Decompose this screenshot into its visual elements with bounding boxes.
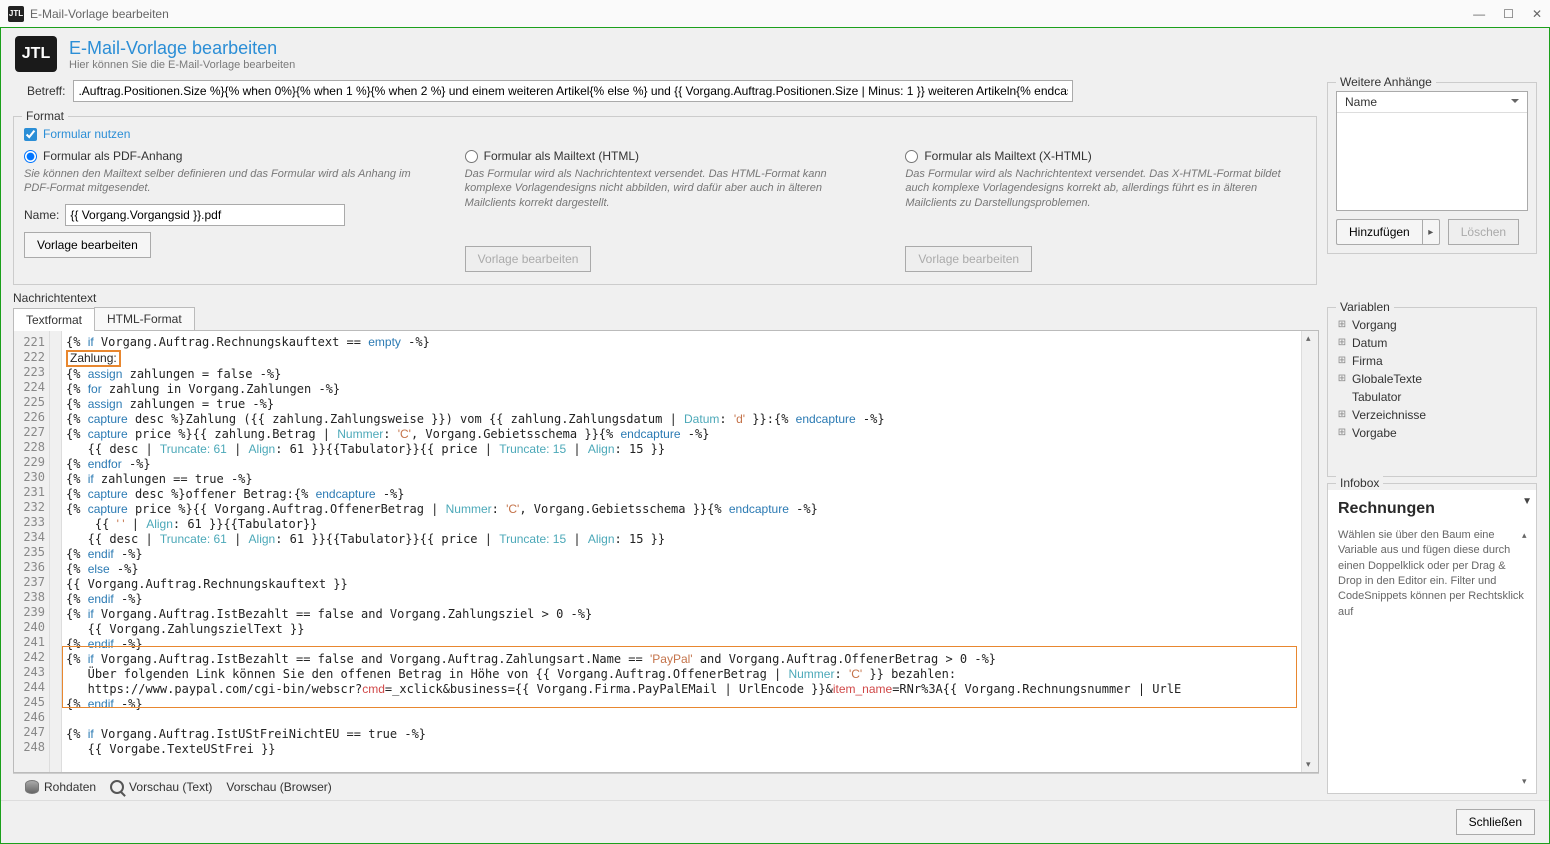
tree-item[interactable]: Verzeichnisse (1336, 406, 1528, 424)
tree-item[interactable]: Tabulator (1336, 388, 1528, 406)
radio-html[interactable] (465, 150, 478, 163)
tree-item[interactable]: Firma (1336, 352, 1528, 370)
titlebar: JTL E-Mail-Vorlage bearbeiten — ☐ ✕ (0, 0, 1550, 28)
tree-item[interactable]: GlobaleTexte (1336, 370, 1528, 388)
add-attachment-button[interactable]: Hinzufügen (1336, 219, 1440, 245)
use-form-label: Formular nutzen (43, 127, 130, 141)
magnifier-icon (110, 780, 124, 794)
tab-textformat[interactable]: Textformat (13, 308, 95, 331)
window-title: E-Mail-Vorlage bearbeiten (30, 7, 1473, 21)
radio-xhtml[interactable] (905, 150, 918, 163)
infobox-text: Wählen sie über den Baum eine Variable a… (1338, 528, 1526, 620)
database-icon (25, 780, 39, 794)
scroll-down-icon[interactable]: ▾ (1522, 776, 1532, 787)
editor-tabs: Textformat HTML-Format (13, 307, 1319, 331)
attachments-list[interactable]: Name (1336, 91, 1528, 211)
tab-preview-text-label: Vorschau (Text) (129, 780, 212, 794)
message-label: Nachrichtentext (13, 291, 1537, 305)
infobox-panel: Infobox ▼ Rechnungen Wählen sie über den… (1327, 483, 1537, 794)
attachments-header-name[interactable]: Name (1337, 92, 1527, 113)
radio-html-label: Formular als Mailtext (HTML) (484, 149, 639, 163)
page-title: E-Mail-Vorlage bearbeiten (69, 38, 295, 59)
subject-input[interactable] (73, 80, 1073, 102)
variables-panel: Variablen VorgangDatumFirmaGlobaleTexteT… (1327, 307, 1537, 477)
radio-xhtml-desc: Das Formular wird als Nachrichtentext ve… (905, 167, 1306, 210)
radio-html-desc: Das Formular wird als Nachrichtentext ve… (465, 167, 866, 210)
tree-item[interactable]: Vorgang (1336, 316, 1528, 334)
radio-pdf-desc: Sie können den Mailtext selber definiere… (24, 167, 425, 196)
format-groupbox: Format Formular nutzen Formular als PDF-… (13, 116, 1317, 285)
subject-label: Betreff: (27, 84, 65, 98)
fold-gutter[interactable] (50, 331, 62, 772)
radio-xhtml-label: Formular als Mailtext (X-HTML) (924, 149, 1091, 163)
maximize-button[interactable]: ☐ (1503, 7, 1514, 21)
tab-preview-text[interactable]: Vorschau (Text) (110, 780, 212, 794)
tab-rawdata[interactable]: Rohdaten (25, 780, 96, 794)
pdf-name-label: Name: (24, 208, 59, 222)
line-gutter: 2212222232242252262272282292302312322332… (14, 331, 50, 772)
tab-rawdata-label: Rohdaten (44, 780, 96, 794)
tree-item[interactable]: Vorgabe (1336, 424, 1528, 442)
attachments-title: Weitere Anhänge (1336, 75, 1436, 89)
use-form-checkbox[interactable] (24, 128, 37, 141)
tab-preview-browser[interactable]: Vorschau (Browser) (226, 780, 331, 794)
edit-template-pdf-button[interactable]: Vorlage bearbeiten (24, 232, 151, 258)
tree-item[interactable]: Datum (1336, 334, 1528, 352)
tab-htmlformat[interactable]: HTML-Format (94, 307, 195, 330)
edit-template-xhtml-button: Vorlage bearbeiten (905, 246, 1032, 272)
chevron-down-icon[interactable]: ▼ (1522, 496, 1532, 507)
tab-preview-browser-label: Vorschau (Browser) (226, 780, 331, 794)
minimize-button[interactable]: — (1473, 7, 1485, 21)
add-attachment-dropdown-icon[interactable] (1422, 219, 1440, 245)
preview-tabs: Rohdaten Vorschau (Text) Vorschau (Brows… (13, 773, 1319, 800)
attachments-groupbox: Weitere Anhänge Name Hinzufügen Löschen (1327, 82, 1537, 254)
scroll-up-icon[interactable]: ▴ (1522, 530, 1532, 541)
infobox-heading: Rechnungen (1338, 500, 1526, 518)
code-editor[interactable]: 2212222232242252262272282292302312322332… (14, 331, 1301, 772)
add-attachment-main[interactable]: Hinzufügen (1336, 219, 1422, 245)
close-dialog-button[interactable]: Schließen (1456, 809, 1535, 835)
radio-pdf-label: Formular als PDF-Anhang (43, 149, 182, 163)
close-button[interactable]: ✕ (1532, 7, 1542, 21)
code-area[interactable]: {% if Vorgang.Auftrag.Rechnungskauftext … (62, 331, 1301, 772)
pdf-name-input[interactable] (65, 204, 345, 226)
infobox-title: Infobox (1336, 476, 1383, 490)
page-header: JTL E-Mail-Vorlage bearbeiten Hier könne… (1, 28, 1549, 76)
logo: JTL (15, 36, 57, 72)
radio-pdf[interactable] (24, 150, 37, 163)
variables-tree[interactable]: VorgangDatumFirmaGlobaleTexteTabulatorVe… (1336, 316, 1528, 442)
variables-title: Variablen (1336, 300, 1394, 314)
format-title: Format (22, 109, 68, 123)
editor-scrollbar[interactable] (1301, 331, 1318, 772)
app-icon: JTL (8, 6, 24, 22)
edit-template-html-button: Vorlage bearbeiten (465, 246, 592, 272)
delete-attachment-button: Löschen (1448, 219, 1519, 245)
page-subtitle: Hier können Sie die E-Mail-Vorlage bearb… (69, 59, 295, 71)
